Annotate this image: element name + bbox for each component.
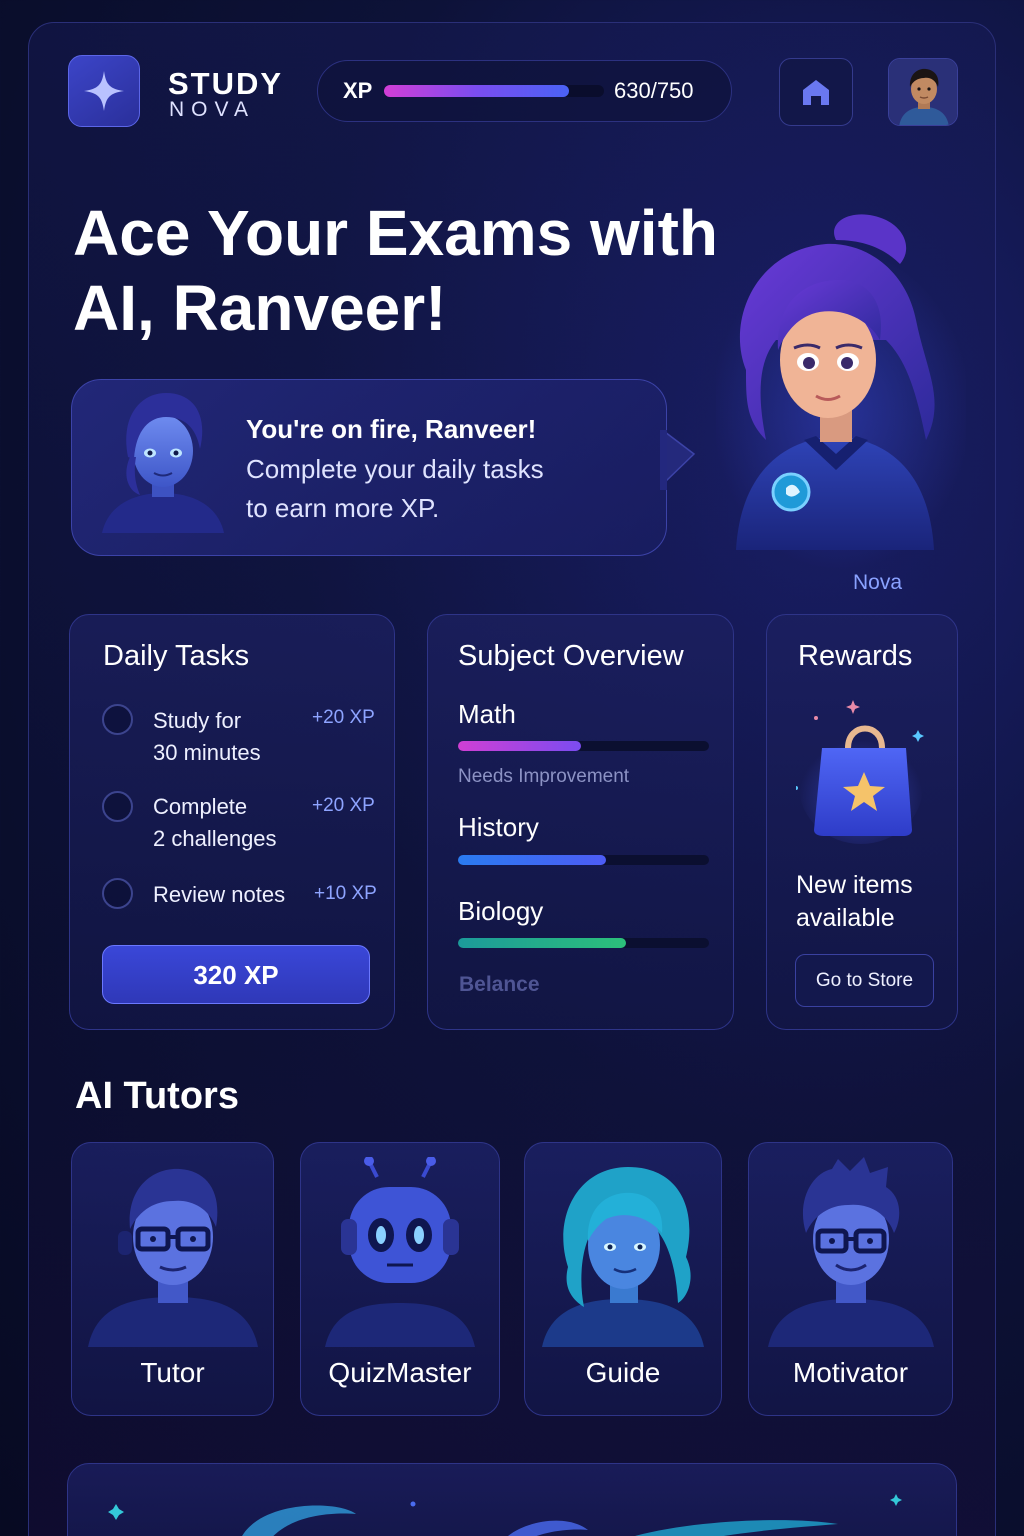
task-checkbox[interactable] <box>102 704 133 735</box>
task-checkbox[interactable] <box>102 791 133 822</box>
xp-value: 630/750 <box>614 78 694 103</box>
tutor-card-tutor[interactable]: Tutor <box>71 1142 274 1416</box>
subject-progress-fill <box>458 938 627 948</box>
ai-tutors-title: AI Tutors <box>75 1075 239 1117</box>
task-xp-reward: +10 XP <box>314 883 377 904</box>
bubble-text-line1: Complete your daily tasks <box>246 454 544 484</box>
task-label-line1: Complete <box>153 794 248 819</box>
xp-label: XP <box>343 78 373 103</box>
home-icon <box>803 80 829 105</box>
go-to-store-button[interactable]: Go to Store <box>795 954 934 1007</box>
nova-character-illustration <box>716 214 966 570</box>
space-scene-illustration <box>108 1494 902 1536</box>
task-checkbox[interactable] <box>102 878 133 909</box>
subject-name-biology: Biology <box>458 896 544 926</box>
hero-title-line2: AI, Ranveer! <box>73 272 447 344</box>
tutor-avatar-illustration <box>87 1168 258 1347</box>
shopping-bag-star-icon <box>796 700 924 844</box>
hero-title: Ace Your Exams with AI, Ranveer! <box>73 196 753 346</box>
hero-title-line1: Ace Your Exams with <box>73 197 718 269</box>
xp-progress-track <box>384 85 604 97</box>
task-label-line2: 2 challenges <box>153 826 277 851</box>
sparkle-icon <box>84 71 124 111</box>
brand-subname: NOVA <box>169 98 255 121</box>
rewards-message: New items available <box>796 869 913 935</box>
tutor-name: QuizMaster <box>328 1357 472 1388</box>
user-avatar[interactable] <box>888 58 958 126</box>
rewards-message-line1: New items <box>796 871 913 899</box>
subject-progress-track <box>458 855 709 865</box>
tutor-name: Motivator <box>792 1357 909 1388</box>
task-xp-reward: +20 XP <box>312 795 375 816</box>
task-label-line1: Review notes <box>153 882 286 907</box>
task-label[interactable]: Complete 2 challenges <box>153 791 277 855</box>
tutor-card-quizmaster[interactable]: QuizMaster <box>300 1142 500 1416</box>
user-avatar-image <box>889 59 957 125</box>
bottom-feature-card <box>67 1463 957 1536</box>
rewards-message-line2: available <box>796 904 895 932</box>
home-button[interactable] <box>779 58 853 126</box>
subject-name-history: History <box>458 812 539 842</box>
subject-progress-track <box>458 938 709 948</box>
subject-progress-fill <box>458 855 607 865</box>
companion-mini-avatar <box>102 393 224 533</box>
task-label[interactable]: Study for 30 minutes <box>153 705 261 769</box>
robot-avatar-illustration <box>325 1157 475 1347</box>
task-label-line1: Study for <box>153 708 242 733</box>
tutor-card-motivator[interactable]: Motivator <box>748 1142 953 1416</box>
subject-progress-fill <box>458 741 581 751</box>
tutor-name: Guide <box>585 1357 661 1388</box>
subject-overview-title: Subject Overview <box>458 640 684 672</box>
subject-status-note: Belance <box>459 973 540 996</box>
xp-progress-pill: XP 630/750 <box>317 60 732 122</box>
tutor-name: Tutor <box>140 1357 205 1388</box>
tutor-card-guide[interactable]: Guide <box>524 1142 722 1416</box>
bubble-text-line2: to earn more XP. <box>246 493 440 523</box>
task-xp-reward: +20 XP <box>312 707 375 728</box>
bubble-tail <box>660 430 696 490</box>
brand-name: STUDY <box>168 66 284 101</box>
task-label[interactable]: Review notes <box>153 879 285 911</box>
subject-name-math: Math <box>458 699 516 729</box>
subject-status-note: Needs Improvement <box>458 766 630 787</box>
total-xp-button[interactable]: 320 XP <box>102 945 370 1004</box>
xp-progress-fill <box>384 85 569 97</box>
subject-progress-track <box>458 741 709 751</box>
logo-button[interactable] <box>68 55 140 127</box>
daily-tasks-title: Daily Tasks <box>103 640 250 672</box>
task-label-line2: 30 minutes <box>153 740 261 765</box>
guide-avatar-illustration <box>542 1167 704 1347</box>
bubble-headline: You're on fire, Ranveer! <box>246 414 537 444</box>
motivator-avatar-illustration <box>767 1157 934 1347</box>
companion-name-label: Nova <box>853 571 903 594</box>
rewards-title: Rewards <box>798 640 913 672</box>
